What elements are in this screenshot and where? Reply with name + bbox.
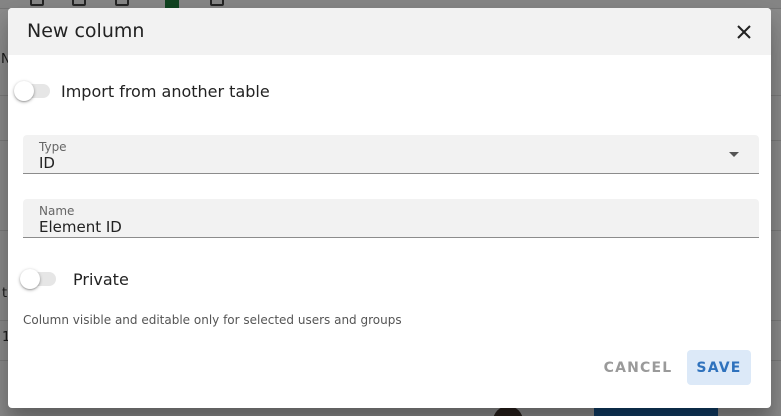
name-field[interactable]: Name: [23, 199, 759, 238]
private-toggle[interactable]: [20, 269, 58, 289]
dropdown-arrow-icon: [729, 152, 739, 157]
save-button[interactable]: SAVE: [687, 350, 751, 385]
toggle-thumb: [14, 81, 34, 101]
import-toggle-label: Import from another table: [61, 81, 270, 101]
toggle-thumb: [20, 269, 40, 289]
dialog-title: New column: [27, 20, 145, 42]
dialog-header: New column: [8, 8, 771, 55]
type-field-label: Type: [39, 140, 67, 154]
import-toggle[interactable]: [14, 81, 52, 101]
import-toggle-row: Import from another table: [14, 81, 270, 101]
type-field-value: ID: [39, 154, 55, 172]
private-helper-text: Column visible and editable only for sel…: [23, 313, 402, 327]
name-input[interactable]: [39, 218, 729, 236]
new-column-dialog: New column Import from another table Typ…: [8, 8, 771, 408]
private-toggle-label: Private: [73, 269, 129, 289]
name-field-label: Name: [39, 204, 75, 218]
cancel-button[interactable]: CANCEL: [600, 350, 676, 385]
close-button[interactable]: [732, 20, 756, 44]
private-toggle-row: Private: [20, 269, 129, 289]
close-icon: [737, 25, 751, 39]
type-select[interactable]: Type ID: [23, 135, 759, 174]
